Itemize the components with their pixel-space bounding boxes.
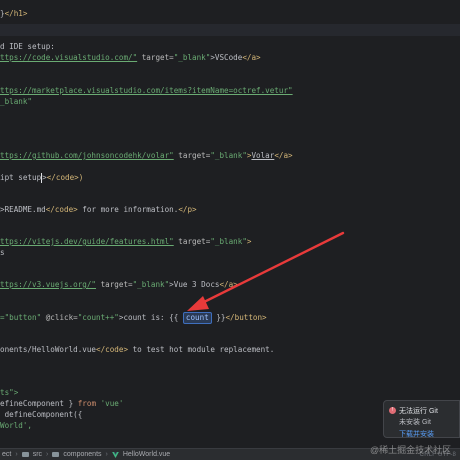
- code-token: ttps://v3.vuejs.org/": [0, 280, 97, 289]
- download-install-link[interactable]: 下载并安装: [399, 429, 434, 439]
- code-token: ttps://marketplace.visualstudio.com/item…: [0, 86, 293, 95]
- code-token: d IDE setup:: [0, 42, 55, 51]
- code-line: >README.md</code> for more information.<…: [0, 204, 197, 216]
- code-token: s: [0, 248, 5, 257]
- code-line: World',: [0, 420, 32, 432]
- code-token: "_blank": [132, 280, 170, 289]
- code-line: }</h1>: [0, 8, 27, 20]
- code-line: ttps://v3.vuejs.org/" target="_blank">Vu…: [0, 279, 238, 291]
- code-token: "_blank": [210, 237, 247, 246]
- code-token: efineComponent }: [0, 399, 78, 408]
- code-token: from: [77, 399, 101, 408]
- code-token: @click=: [41, 313, 78, 322]
- breadcrumb-project[interactable]: ect: [2, 451, 11, 458]
- code-line: ttps://marketplace.visualstudio.com/item…: [0, 85, 293, 97]
- red-annotation-arrow: [187, 231, 345, 311]
- notification-subtitle: 未安装 Git: [399, 419, 431, 426]
- code-token: >VSCode: [210, 53, 243, 62]
- code-token: ts">: [0, 388, 19, 397]
- git-notification[interactable]: ! 无法运行 Git 未安装 Git 下载并安装: [383, 400, 460, 438]
- code-line: ttps://code.visualstudio.com/" target="_…: [0, 52, 261, 64]
- highlighted-count-variable: count: [182, 312, 212, 324]
- code-line: ipt setup></code>): [0, 172, 83, 184]
- code-token: Volar: [251, 151, 275, 160]
- code-token: >Vue 3 Docs: [169, 280, 220, 289]
- code-token: target=: [137, 53, 174, 62]
- code-token: _blank": [0, 97, 33, 106]
- code-token: ttps://github.com/johnsoncodehk/volar": [0, 151, 174, 160]
- code-token: </code>: [45, 205, 78, 214]
- code-line: ttps://vitejs.dev/guide/features.html" t…: [0, 236, 251, 248]
- code-token: "count++": [77, 313, 119, 322]
- breadcrumb-file[interactable]: HelloWorld.vue: [123, 451, 170, 458]
- code-token: </h1>: [4, 9, 28, 18]
- code-token: >: [246, 237, 252, 246]
- code-line: _blank": [0, 96, 32, 108]
- code-line: onents/HelloWorld.vue</code> to test hot…: [0, 344, 274, 356]
- code-token: </button>: [225, 313, 267, 322]
- code-token: </a>: [274, 151, 293, 160]
- code-line: s: [0, 247, 5, 259]
- code-token: </a>: [242, 53, 261, 62]
- code-token: >count is: {{: [118, 313, 179, 322]
- code-token: </p>: [178, 205, 197, 214]
- code-token: ttps://code.visualstudio.com/": [0, 53, 138, 62]
- chevron-right-icon: ›: [105, 451, 108, 458]
- code-token: World',: [0, 421, 33, 430]
- code-token: ipt setup: [0, 173, 42, 182]
- code-line: ="button" @click="count++">count is: {{ …: [0, 312, 267, 324]
- watermark: @稀土掘金技术社区: [370, 445, 452, 455]
- folder-icon: [52, 452, 60, 457]
- code-token: target=: [96, 280, 133, 289]
- code-token: defineComponent({: [0, 410, 83, 419]
- code-token: ttps://vitejs.dev/guide/features.html": [0, 237, 174, 246]
- current-line-highlight: [0, 24, 460, 36]
- breadcrumb-src[interactable]: src: [33, 451, 42, 458]
- code-token: </code>: [96, 345, 129, 354]
- chevron-right-icon: ›: [15, 451, 18, 458]
- code-token: target=: [173, 151, 211, 160]
- code-token: onents/HelloWorld.vue: [0, 345, 97, 354]
- breadcrumb-components[interactable]: components: [63, 451, 101, 458]
- code-token: </code>): [46, 173, 84, 182]
- code-token: to test hot module replacement.: [128, 345, 275, 354]
- code-token: target=: [173, 237, 211, 246]
- code-line: ttps://github.com/johnsoncodehk/volar" t…: [0, 150, 293, 162]
- code-token: 'vue': [100, 399, 124, 408]
- notification-title: 无法运行 Git: [399, 408, 438, 415]
- code-token: "_blank": [210, 151, 247, 160]
- code-token: "_blank": [173, 53, 211, 62]
- code-token: }}: [211, 313, 226, 322]
- code-editor[interactable]: }</h1> d IDE setup: ttps://code.visualstud…: [0, 0, 460, 448]
- folder-icon: [21, 452, 29, 457]
- code-token: for more information.: [77, 205, 179, 214]
- code-token: ="button": [0, 313, 42, 322]
- chevron-right-icon: ›: [46, 451, 49, 458]
- vue-file-icon: [112, 451, 119, 458]
- code-token: </a>: [219, 280, 238, 289]
- code-token: >README.md: [0, 205, 46, 214]
- error-dot-icon: !: [389, 407, 396, 414]
